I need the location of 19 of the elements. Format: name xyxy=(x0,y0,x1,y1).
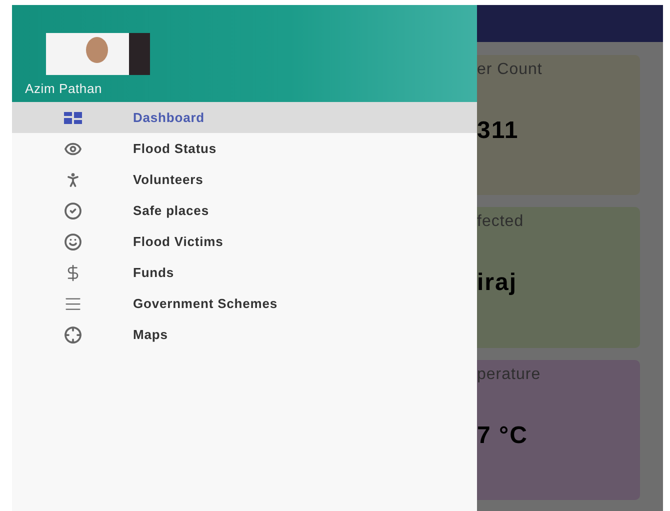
user-name: Azim Pathan xyxy=(25,81,104,96)
check-circle-icon xyxy=(64,202,82,220)
card-title: perature xyxy=(477,366,542,384)
menu-item[interactable]: Safe places xyxy=(12,195,477,226)
menu-item[interactable]: Maps xyxy=(12,319,477,350)
dashboard-icon xyxy=(64,112,82,124)
menu-item[interactable]: Dashboard xyxy=(12,102,477,133)
face-icon xyxy=(64,232,82,250)
card-value: 7 °C xyxy=(477,422,529,450)
menu-item[interactable]: Funds xyxy=(12,257,477,288)
card-value: 311 xyxy=(477,117,520,145)
card-title: er Count xyxy=(477,61,544,79)
menu-item[interactable]: Flood Victims xyxy=(12,226,477,257)
card-title: fected xyxy=(477,213,525,232)
menu-item[interactable]: Volunteers xyxy=(12,164,477,195)
card-value: iraj xyxy=(477,269,518,298)
menu-item[interactable]: Government Schemes xyxy=(12,288,477,319)
menu-item[interactable]: Flood Status xyxy=(12,133,477,164)
crosshair-icon xyxy=(64,326,82,344)
